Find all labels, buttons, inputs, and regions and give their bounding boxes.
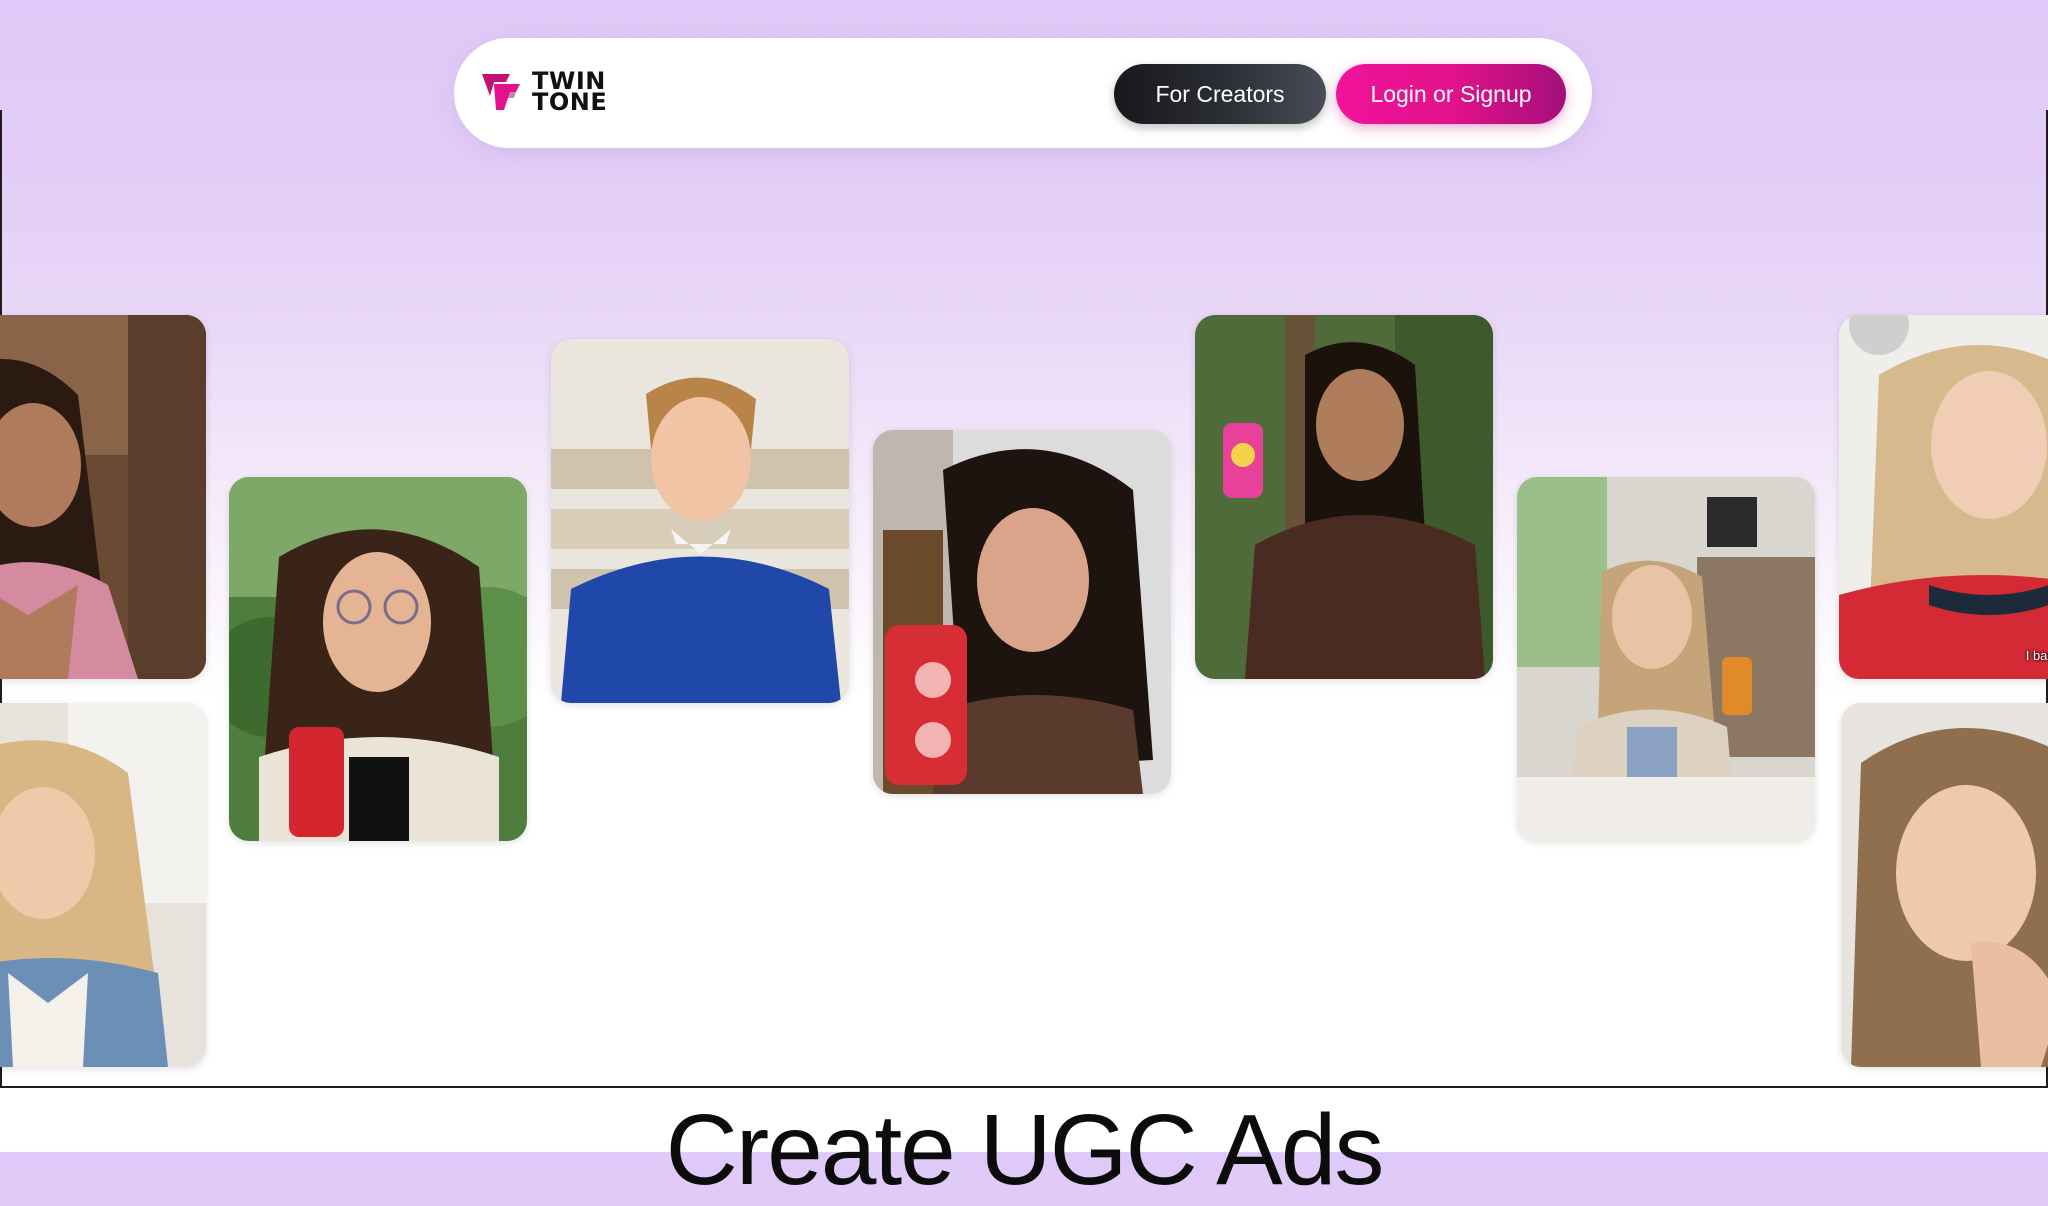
navbar: TWIN TONE For Creators Login or Signup	[454, 38, 1592, 148]
creator-card-living-room[interactable]	[1517, 477, 1815, 841]
logo-wordmark: TWIN TONE	[532, 69, 608, 116]
creator-card-hand-chin[interactable]	[1841, 703, 2048, 1067]
video-caption: I basically made an	[2025, 648, 2048, 663]
creator-card-brown-jacket[interactable]	[1195, 315, 1493, 679]
creator-card-plaid-top[interactable]	[0, 315, 206, 679]
login-signup-button[interactable]: Login or Signup	[1336, 64, 1566, 124]
logo[interactable]: TWIN TONE	[480, 69, 608, 116]
creator-card-blue-sweater[interactable]	[551, 339, 849, 703]
logo-line-2: TONE	[532, 88, 608, 116]
hero-headline: Create UGC Ads	[665, 1094, 1385, 1206]
twin-tone-logo-icon	[480, 70, 524, 114]
for-creators-button[interactable]: For Creators	[1114, 64, 1326, 124]
creator-card-red-shirt[interactable]: I basically made an	[1839, 315, 2048, 679]
creator-card-glasses-soda[interactable]	[229, 477, 527, 841]
creator-card-blonde-denim[interactable]	[0, 703, 206, 1067]
creator-card-red-soda[interactable]	[873, 430, 1171, 794]
